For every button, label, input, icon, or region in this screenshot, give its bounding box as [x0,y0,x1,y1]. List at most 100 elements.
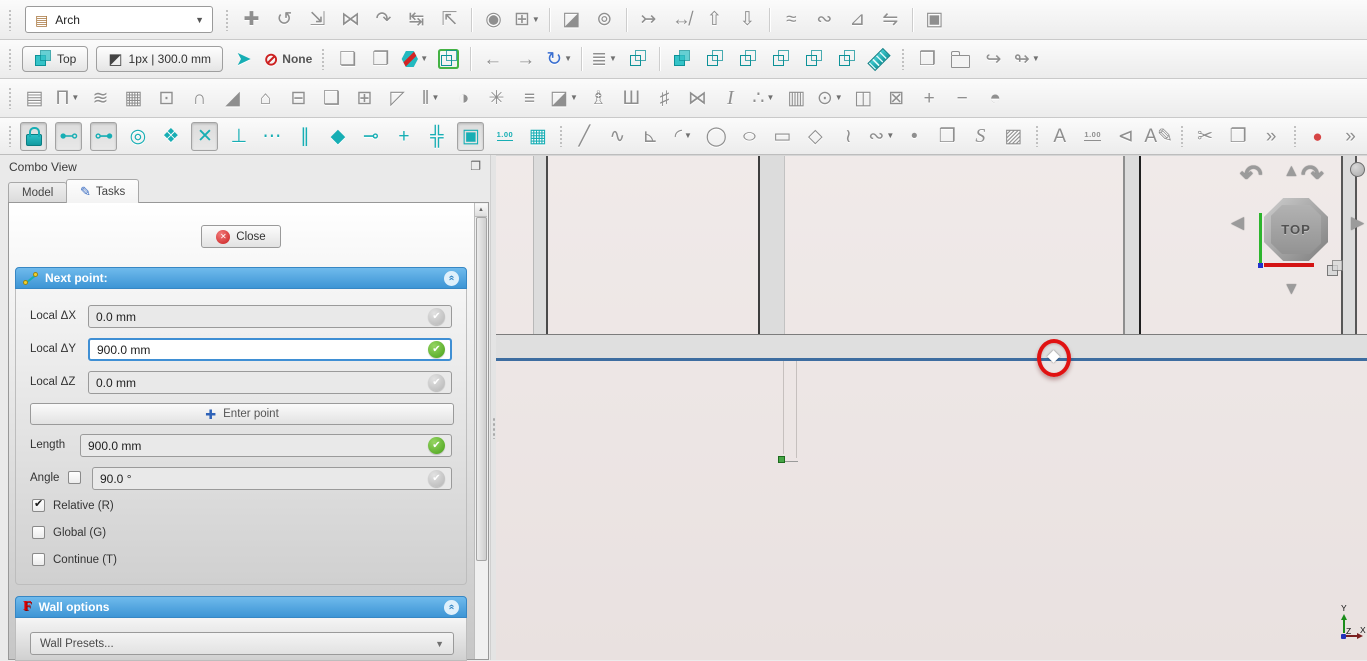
open-folder-icon[interactable] [948,46,973,73]
arch-axis-icon[interactable]: ‖▼ [418,85,443,112]
draft-edit-icon[interactable]: ◉ [481,6,506,33]
snap-near-icon[interactable]: ⊸ [358,123,383,150]
arch-survey-icon[interactable]: ◓ [983,85,1008,112]
wall-segment[interactable] [758,156,785,334]
box-select-icon[interactable] [436,46,461,73]
measure-icon[interactable] [867,46,892,73]
arch-remove-component-icon[interactable]: − [950,85,975,112]
arch-section-plane-icon[interactable]: ◑ [451,85,476,112]
arch-material-icon[interactable]: ∴▼ [751,85,776,112]
enter-point-button[interactable]: ✚ Enter point [30,403,454,425]
join-icon[interactable]: ↣ [636,6,661,33]
sketch-to-draft-icon[interactable]: ∾ [812,6,837,33]
draft-circle-icon[interactable]: ◯ [704,123,729,150]
toolbar-handle[interactable] [1180,125,1183,147]
local-dz-input[interactable] [88,371,452,394]
draft-wire-icon[interactable]: ∿ [605,123,630,150]
wall-baseline-edge[interactable] [496,358,1367,361]
toolbar-handle[interactable] [8,9,13,31]
arch-add-component-icon[interactable]: + [917,85,942,112]
continue-checkbox[interactable] [32,553,45,566]
draft-to-sketch-icon[interactable]: ≈ [779,6,804,33]
snap-extension-icon[interactable]: ⋯ [259,123,284,150]
snap-dimensions-icon[interactable]: 1.00 [492,123,517,150]
arch-slab-icon[interactable]: ◢ [220,85,245,112]
view-left-icon[interactable] [834,46,859,73]
label-icon[interactable]: ⊲ [1113,123,1138,150]
snap-workingplane-icon[interactable]: ▣ [457,122,484,151]
dock-float-icon[interactable]: ❐ [470,160,481,172]
nav-forward-icon[interactable]: → [513,46,538,73]
view-rear-icon[interactable] [768,46,793,73]
upgrade-icon[interactable]: ⇧ [702,6,727,33]
view-top-cube-icon[interactable] [702,46,727,73]
arch-panel-icon[interactable]: ◪▼ [550,85,578,112]
next-point-header[interactable]: Next point: » [15,267,467,289]
workbench-selector[interactable]: ▤Arch▼ [25,6,213,33]
split-icon[interactable]: ↮ [669,6,694,33]
panel-scrollbar[interactable]: ▲ [474,203,488,659]
toolbar-handle[interactable] [8,48,13,70]
apply-style-icon[interactable]: ➤ [231,46,256,73]
select-subelements-icon[interactable]: ❐ [368,46,393,73]
collapse-section-icon[interactable]: » [444,271,459,286]
angle-checkbox[interactable] [68,471,81,484]
arch-reference-icon[interactable]: ❑ [319,85,344,112]
arch-profile-icon[interactable]: I [718,85,743,112]
toolbar-handle[interactable] [559,125,562,147]
arch-pipe-icon[interactable]: ⊙▼ [817,85,843,112]
copy-icon[interactable]: ❐ [1226,123,1251,150]
draft-line-icon[interactable]: ╱ [572,123,597,150]
downgrade-icon[interactable]: ⇩ [735,6,760,33]
snap-grid-icon[interactable]: ╬ [424,123,449,150]
axonometric-view-icon[interactable] [625,46,650,73]
snap-lock-icon[interactable] [20,122,47,151]
toolbar-handle[interactable] [1293,125,1296,147]
view-bottom-icon[interactable] [801,46,826,73]
angle-input[interactable] [92,467,452,490]
draft-arc-icon[interactable]: ◜▼ [671,123,696,150]
flip-direction-icon[interactable]: ⇋ [878,6,903,33]
mirror-icon[interactable]: ⋈ [338,6,363,33]
nav-arrow-down-icon[interactable]: ▼ [1283,280,1300,297]
snap-special-icon[interactable]: ◆ [325,123,350,150]
toggle-construction-icon[interactable]: ▼ [401,46,428,73]
nav-arrow-left-icon[interactable]: ◀ [1231,214,1244,231]
local-dx-input[interactable] [88,305,452,328]
wall-options-header[interactable]: F Wall options » [15,596,467,618]
scale-icon[interactable]: ⇲ [305,6,330,33]
arch-structure-icon[interactable]: Π▼ [55,85,80,112]
nav-minicube-icon[interactable] [1326,261,1343,282]
draft-point-icon[interactable]: • [902,123,927,150]
snap-midpoint-icon[interactable]: ⊶ [90,122,117,151]
arch-window-icon[interactable]: ⊞ [352,85,377,112]
draft-bspline-icon[interactable]: ≀ [836,123,861,150]
dimension-icon[interactable]: 1.00 [1080,123,1105,150]
arch-cut-with-line-icon[interactable]: ⊠ [884,85,909,112]
slope-icon[interactable]: ⊿ [845,6,870,33]
select-group-icon[interactable]: ❏ [335,46,360,73]
autogroup-none-icon[interactable]: ⊘None [264,46,312,73]
tab-model[interactable]: Model [8,182,67,203]
draft-bezier-icon[interactable]: ∾▼ [869,123,894,150]
wall-segment[interactable] [533,156,548,334]
arch-building-icon[interactable]: ⌂ [253,85,278,112]
draft-ellipse-icon[interactable]: ○ [731,123,767,150]
draft-hatch-icon[interactable]: ▨ [1001,123,1026,150]
snap-center-icon[interactable]: ◎ [125,123,150,150]
draft-polygon-icon[interactable]: ◇ [803,123,828,150]
snap-angle-icon[interactable]: ❖ [158,123,183,150]
snap-perpendicular-icon[interactable]: ⊥ [226,123,251,150]
continue-checkbox-row[interactable]: Continue (T) [32,553,117,566]
toolbar-overflow2-icon[interactable]: » [1338,123,1363,150]
grid-toggle-icon[interactable]: ▦ [525,123,550,150]
collapse-section-icon[interactable]: » [444,600,459,615]
arch-cut-with-plane-icon[interactable]: ◫ [851,85,876,112]
draft-fillet-icon[interactable]: ⊾ [638,123,663,150]
global-checkbox[interactable] [32,526,45,539]
scroll-up-icon[interactable]: ▲ [475,204,487,217]
nav-arrow-right-icon[interactable]: ▶ [1351,214,1364,231]
draft-rectangle-icon[interactable]: ▭ [770,123,795,150]
arch-schedule-icon[interactable]: ▥ [784,85,809,112]
toolbar-handle[interactable] [8,125,11,147]
